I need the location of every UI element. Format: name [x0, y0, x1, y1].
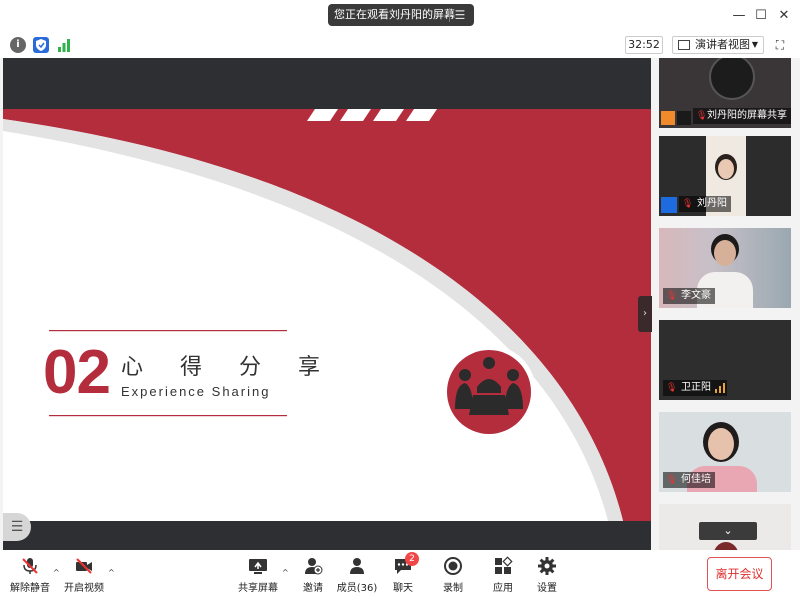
shared-screen: 02 心 得 分 享 Experience Sharing ☰ — [3, 58, 651, 550]
user-icon — [661, 197, 677, 213]
participant-panel: 🎙 刘丹阳的屏幕共享 🎙 刘丹阳 🎙 李文豪 🎙 卫正阳 🎙 何佳培 — [654, 58, 800, 550]
settings-label: 设置 — [537, 583, 557, 594]
record-button[interactable]: 录制 — [440, 556, 466, 596]
chat-label: 聊天 — [393, 583, 413, 594]
mic-muted-icon: 🎙 — [696, 111, 708, 121]
mic-muted-icon — [20, 556, 40, 576]
minimize-icon[interactable]: — — [730, 8, 748, 24]
mic-muted-icon: 🎙 — [666, 383, 678, 393]
viewing-indicator[interactable]: 您正在观看刘丹阳的屏幕 ☰ — [328, 4, 474, 26]
slide-background — [3, 109, 651, 521]
unmute-label: 解除静音 — [10, 583, 50, 594]
apps-label: 应用 — [493, 583, 513, 594]
add-user-icon — [303, 556, 323, 576]
speaker-view-icon — [678, 40, 690, 50]
chat-icon: 2 — [393, 552, 419, 576]
user-icon — [661, 111, 675, 125]
title-bar: 您正在观看刘丹阳的屏幕 ☰ — ☐ ✕ — [0, 0, 800, 32]
signal-icon[interactable] — [56, 37, 72, 53]
view-mode-label: 演讲者视图 — [695, 38, 750, 51]
members-icon — [347, 556, 367, 576]
start-video-label: 开启视频 — [64, 583, 104, 594]
avatar — [713, 542, 739, 550]
participant-name: 🎙 卫正阳 — [663, 380, 727, 396]
view-mode-button[interactable]: 演讲者视图 ▼ — [672, 36, 764, 54]
record-label: 录制 — [443, 583, 463, 594]
mic-muted-icon: 🎙 — [682, 199, 694, 209]
slide-title-chinese: 心 得 分 享 — [121, 355, 335, 380]
start-video-button[interactable]: 开启视频 — [62, 556, 106, 596]
fullscreen-icon[interactable]: ⛶ — [772, 37, 788, 53]
slide-number: 02 — [43, 338, 111, 407]
video-off-icon — [74, 556, 94, 576]
avatar — [709, 58, 755, 100]
participant-tile[interactable]: 🎙 刘丹阳 — [659, 136, 791, 216]
close-icon[interactable]: ✕ — [775, 8, 793, 24]
mic-muted-icon: 🎙 — [666, 291, 678, 301]
record-icon — [443, 556, 463, 576]
info-icon[interactable]: i — [10, 37, 26, 53]
unmute-button[interactable]: 解除静音 — [8, 556, 52, 596]
members-label: 成员(36) — [336, 583, 378, 594]
participant-tile[interactable]: 🎙 刘丹阳的屏幕共享 — [659, 58, 791, 128]
apps-icon — [493, 556, 513, 576]
menu-lines-icon[interactable]: ☰ — [452, 4, 468, 26]
meeting-toolbar: 解除静音 ^ 开启视频 ^ 共享屏幕 ^ 邀请 成员(36) 2 聊天 录制 应… — [0, 550, 800, 600]
participant-name: 🎙 何佳培 — [663, 472, 715, 488]
participant-name: 🎙 李文豪 — [663, 288, 715, 304]
info-bar: i 32:52 演讲者视图 ▼ ⛶ — [0, 32, 800, 58]
meeting-window: 您正在观看刘丹阳的屏幕 ☰ — ☐ ✕ i 32:52 演讲者视图 ▼ ⛶ 02… — [0, 0, 800, 600]
settings-button[interactable]: 设置 — [534, 556, 560, 596]
float-menu-icon[interactable]: ☰ — [3, 513, 31, 541]
gear-icon — [537, 556, 557, 576]
leave-meeting-button[interactable]: 离开会议 — [707, 557, 772, 591]
share-screen-label: 共享屏幕 — [238, 583, 278, 594]
chevron-up-icon[interactable]: ^ — [108, 568, 115, 577]
chevron-up-icon[interactable]: ^ — [53, 568, 60, 577]
mic-muted-icon: 🎙 — [666, 475, 678, 485]
slide-title-english: Experience Sharing — [121, 384, 271, 399]
chevron-down-icon: ▼ — [751, 40, 758, 49]
share-screen-icon — [248, 556, 268, 576]
invite-button[interactable]: 邀请 — [298, 556, 328, 596]
chat-badge: 2 — [405, 552, 419, 566]
viewing-text: 您正在观看刘丹阳的屏幕 — [334, 8, 455, 21]
participant-name: 🎙 刘丹阳 — [679, 196, 731, 212]
signal-icon — [715, 383, 725, 393]
apps-button[interactable]: 应用 — [490, 556, 516, 596]
shield-icon[interactable] — [33, 37, 49, 53]
maximize-icon[interactable]: ☐ — [752, 8, 770, 24]
chat-button[interactable]: 2 聊天 — [390, 552, 419, 596]
scroll-down-icon[interactable]: ⌄ — [699, 522, 757, 540]
screen-share-icon — [677, 111, 691, 125]
invite-label: 邀请 — [303, 583, 323, 594]
meeting-timer: 32:52 — [625, 36, 663, 54]
participant-tile[interactable]: 🎙 李文豪 — [659, 228, 791, 308]
members-button[interactable]: 成员(36) — [336, 556, 378, 596]
presentation-slide: 02 心 得 分 享 Experience Sharing — [3, 109, 651, 521]
collapse-panel-icon[interactable]: › — [638, 296, 652, 332]
participant-tile[interactable]: 🎙 何佳培 — [659, 412, 791, 492]
share-screen-button[interactable]: 共享屏幕 — [236, 556, 280, 596]
participant-name: 🎙 刘丹阳的屏幕共享 — [693, 108, 791, 124]
participant-tile[interactable]: 🎙 卫正阳 — [659, 320, 791, 400]
chevron-up-icon[interactable]: ^ — [282, 568, 289, 577]
